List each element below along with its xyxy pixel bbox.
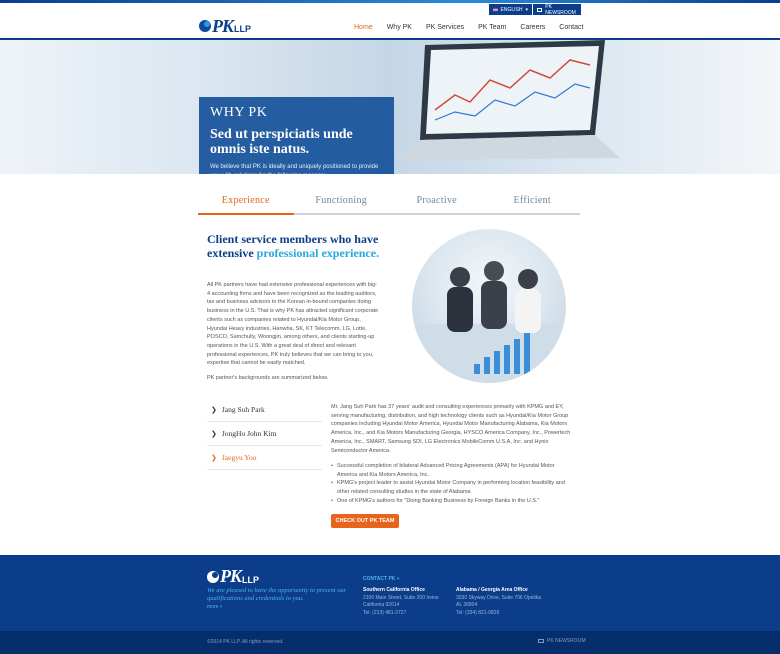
partner-name: JongHo John Kim bbox=[221, 429, 277, 438]
achievement-item: One of KPMG's authors for "Doing Banking… bbox=[331, 497, 574, 506]
reason-tabs: Experience Functioning Proactive Efficie… bbox=[198, 192, 580, 215]
tab-proactive[interactable]: Proactive bbox=[389, 192, 485, 215]
language-label: ENGLISH bbox=[500, 6, 523, 13]
logo-text: PK bbox=[212, 15, 234, 36]
logo[interactable]: PK LLP bbox=[199, 15, 251, 37]
laptop-chart-image bbox=[395, 40, 620, 160]
logo-mark-icon bbox=[207, 570, 219, 583]
partner-name: Jang Suh Park bbox=[221, 405, 265, 414]
footer-logo-text: PK bbox=[220, 566, 242, 586]
chevron-right-icon: ❯ bbox=[211, 405, 217, 414]
logo-mark-icon bbox=[199, 20, 211, 32]
footer-tagline: We are pleased to have the opportunity t… bbox=[207, 587, 347, 602]
achievement-item: Successful completion of bilateral Advan… bbox=[331, 462, 574, 479]
check-out-pk-team-button[interactable]: CHECK OUT PK TEAM bbox=[331, 514, 399, 528]
section-title: Client service members who have extensiv… bbox=[207, 232, 392, 260]
footer-bottom-bar bbox=[0, 631, 780, 654]
section-note: PK partner's backgrounds are summarized … bbox=[207, 375, 329, 381]
partner-item[interactable]: ❯ Jaegyu Yoo bbox=[207, 446, 322, 470]
chevron-right-icon: ❯ bbox=[211, 453, 217, 462]
office-phone: Tel: (213) 481-2727 bbox=[363, 609, 407, 616]
language-selector[interactable]: ENGLISH ▾ bbox=[489, 4, 532, 15]
tab-efficient[interactable]: Efficient bbox=[484, 192, 580, 215]
footer-newsroom-link[interactable]: PK NEWSROOM bbox=[538, 638, 586, 644]
section-title-highlight: professional experience. bbox=[256, 246, 380, 260]
section-body: All PK partners have had extensive profe… bbox=[207, 282, 379, 367]
office-name: Alabama / Georgia Area Office bbox=[456, 587, 528, 593]
footer-newsroom-label: PK NEWSROOM bbox=[547, 638, 586, 644]
chevron-right-icon: ❯ bbox=[211, 429, 217, 438]
meeting-illustration bbox=[412, 261, 566, 383]
contact-pk-link[interactable]: CONTACT PK » bbox=[363, 576, 400, 582]
footer-logo-sub: LLP bbox=[242, 574, 260, 585]
bio-achievements: Successful completion of bilateral Advan… bbox=[331, 462, 574, 506]
copyright: ©2014 PK LLP. All rights reserved. bbox=[207, 639, 284, 645]
hero-callout: WHY PK Sed ut perspiciatis unde omnis is… bbox=[199, 97, 394, 174]
tab-experience[interactable]: Experience bbox=[198, 192, 294, 215]
office-address-line: California 92614 bbox=[363, 602, 400, 608]
hero-banner: WHY PK Sed ut perspiciatis unde omnis is… bbox=[0, 40, 780, 174]
achievement-item: KPMG's project leader to assist Hyundai … bbox=[331, 479, 574, 496]
partner-name: Jaegyu Yoo bbox=[221, 453, 257, 462]
partner-list: ❯ Jang Suh Park ❯ JongHo John Kim ❯ Jaeg… bbox=[207, 398, 322, 470]
office-alabama-georgia: Alabama / Georgia Area Office 3030 Skywa… bbox=[456, 587, 551, 617]
office-southern-california: Southern California Office 2100 Main Str… bbox=[363, 587, 458, 617]
site-header: PK LLP Home Why PK PK Services PK Team C… bbox=[0, 3, 780, 41]
logo-sub: LLP bbox=[234, 24, 252, 34]
meeting-photo bbox=[412, 229, 566, 383]
partner-item[interactable]: ❯ JongHo John Kim bbox=[207, 422, 322, 446]
partner-item[interactable]: ❯ Jang Suh Park bbox=[207, 398, 322, 422]
hero-text: We believe that PK is ideally and unique… bbox=[210, 164, 379, 174]
office-address-line: 2100 Main Street, Suite 200 Irvine bbox=[363, 594, 439, 601]
office-address-line: 3030 Skyway Drive, Suite 706 Opelika bbox=[456, 594, 542, 601]
us-flag-icon bbox=[493, 7, 498, 12]
partner-bio: Mr. Jang Suh Park has 37 years' audit an… bbox=[331, 404, 571, 454]
office-phone: Tel: (334) 821-0826 bbox=[456, 609, 500, 616]
newspaper-icon bbox=[537, 7, 543, 12]
newspaper-icon bbox=[538, 639, 544, 643]
office-address-line: AL 36804 bbox=[456, 602, 478, 608]
footer-logo[interactable]: PK LLP bbox=[207, 566, 259, 587]
tab-functioning[interactable]: Functioning bbox=[293, 192, 389, 215]
newsroom-link[interactable]: PK NEWSROOM bbox=[533, 3, 581, 16]
footer-more-link[interactable]: more » bbox=[207, 604, 223, 610]
office-name: Southern California Office bbox=[363, 587, 425, 593]
hero-subtitle: Sed ut perspiciatis unde omnis iste natu… bbox=[210, 127, 353, 157]
hero-title: WHY PK bbox=[210, 105, 268, 120]
chevron-down-icon: ▾ bbox=[525, 6, 528, 13]
newsroom-label: PK NEWSROOM bbox=[545, 3, 576, 16]
